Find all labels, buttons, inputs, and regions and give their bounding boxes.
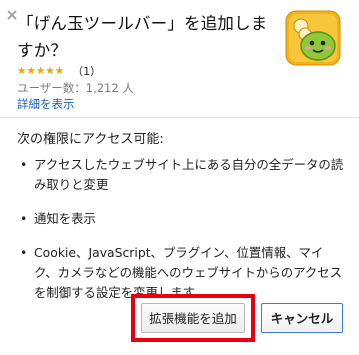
user-count: ユーザー数：1,212 人 [17, 81, 134, 95]
add-extension-button[interactable]: 拡張機能を追加 [141, 303, 245, 333]
rating-row: ★★★★★ （1） [17, 64, 101, 78]
divider [0, 117, 359, 118]
bullet-icon: • [20, 211, 28, 226]
permission-item: • 通知を表示 [20, 209, 345, 229]
cancel-button[interactable]: キャンセル [261, 303, 343, 333]
bullet-icon: • [20, 157, 28, 172]
permissions-heading: 次の権限にアクセス可能: [17, 132, 164, 147]
star-rating-icon: ★★★★★ [17, 65, 65, 77]
permission-text: アクセスしたウェブサイト上にある自分の全データの読み取りと変更 [34, 157, 344, 192]
details-link[interactable]: 詳細を表示 [17, 96, 75, 112]
rating-count: （1） [72, 65, 102, 78]
add-extension-dialog: 「げん玉ツールバー」を追加しますか？ ★★★★★ （1） ユーザー数：1,212… [0, 0, 359, 355]
permission-text: Cookie、JavaScript、プラグイン、位置情報、マイク、カメラなどの機… [34, 245, 343, 300]
extension-icon [285, 10, 341, 66]
bullet-icon: • [20, 245, 28, 260]
permissions-list: • アクセスしたウェブサイト上にある自分の全データの読み取りと変更 • 通知を表… [20, 155, 345, 317]
permission-text: 通知を表示 [34, 211, 96, 226]
permission-item: • アクセスしたウェブサイト上にある自分の全データの読み取りと変更 [20, 155, 345, 195]
dialog-title: 「げん玉ツールバー」を追加しますか？ [17, 14, 268, 60]
